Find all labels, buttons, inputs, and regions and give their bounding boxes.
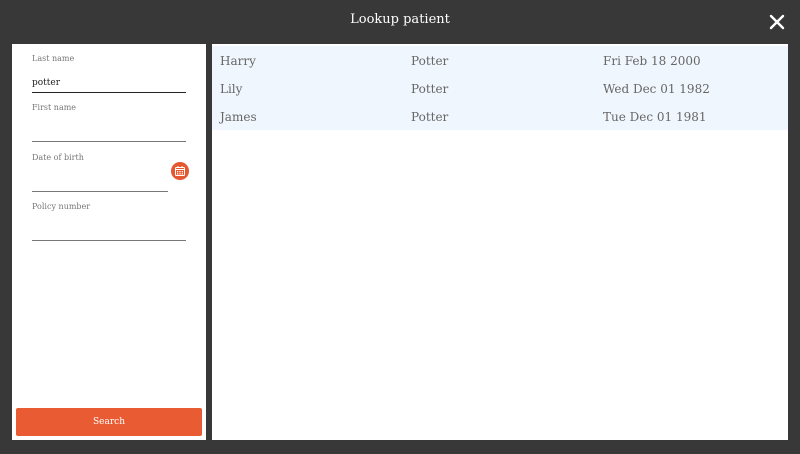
date-of-birth-cell: Wed Dec 01 1982 <box>603 82 710 96</box>
first-name-cell: Harry <box>220 54 256 68</box>
title-bar: Lookup patient <box>0 0 800 44</box>
date-of-birth-cell: Fri Feb 18 2000 <box>603 54 701 68</box>
calendar-icon <box>175 166 185 176</box>
policy-number-input[interactable] <box>32 222 186 241</box>
date-of-birth-input[interactable] <box>32 173 168 192</box>
last-name-cell: Potter <box>411 54 449 68</box>
first-name-cell: James <box>220 110 257 124</box>
search-form-panel: Last name First name Date of birth Polic… <box>12 44 206 440</box>
result-row[interactable]: James Potter Tue Dec 01 1981 <box>212 102 788 130</box>
date-picker-button[interactable] <box>171 162 189 180</box>
result-row[interactable]: Lily Potter Wed Dec 01 1982 <box>212 74 788 102</box>
close-icon <box>769 14 785 30</box>
date-of-birth-cell: Tue Dec 01 1981 <box>603 110 707 124</box>
policy-number-label: Policy number <box>32 202 91 211</box>
first-name-cell: Lily <box>220 82 243 96</box>
date-of-birth-label: Date of birth <box>32 153 84 162</box>
close-button[interactable] <box>766 11 788 33</box>
last-name-cell: Potter <box>411 110 449 124</box>
last-name-input[interactable] <box>32 74 186 93</box>
last-name-label: Last name <box>32 54 75 63</box>
window-title: Lookup patient <box>350 12 450 27</box>
search-button[interactable]: Search <box>16 408 202 436</box>
results-list: Harry Potter Fri Feb 18 2000 Lily Potter… <box>212 44 788 440</box>
first-name-label: First name <box>32 103 77 112</box>
result-row[interactable]: Harry Potter Fri Feb 18 2000 <box>212 46 788 74</box>
last-name-cell: Potter <box>411 82 449 96</box>
first-name-input[interactable] <box>32 123 186 142</box>
